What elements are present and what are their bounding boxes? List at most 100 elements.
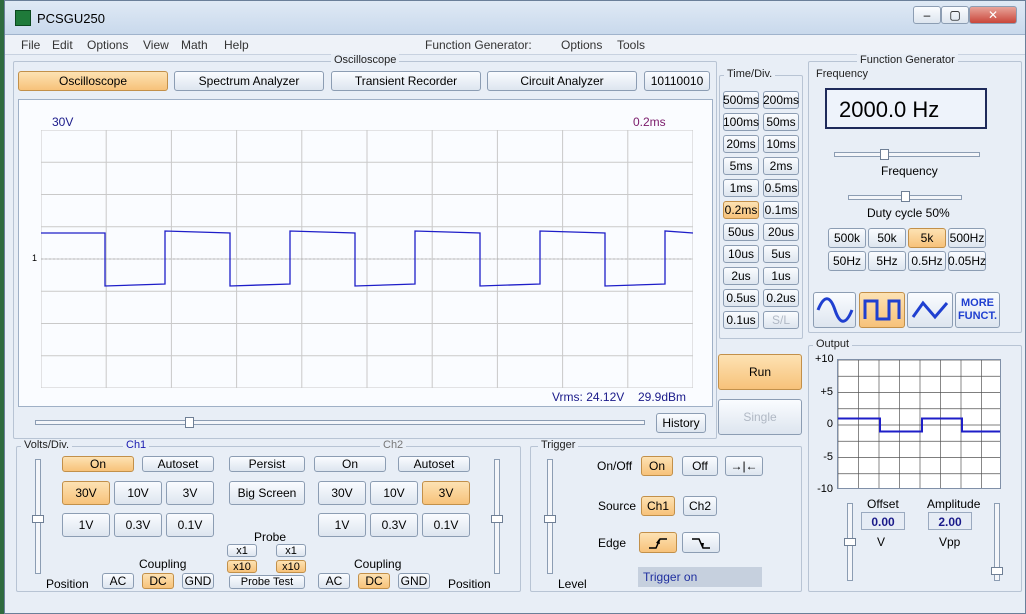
trigger-center-button[interactable]: →|←: [725, 456, 763, 476]
frequency-slider-thumb[interactable]: [880, 149, 889, 160]
timediv-button-0.2ms[interactable]: 0.2ms: [723, 201, 759, 219]
ch2-gnd-button[interactable]: GND: [398, 573, 430, 589]
menu-tools[interactable]: Tools: [617, 38, 645, 52]
amplitude-slider-thumb[interactable]: [991, 567, 1003, 575]
ch2-dc-button[interactable]: DC: [358, 573, 390, 589]
ch1-0.3v-button[interactable]: 0.3V: [114, 513, 162, 537]
range-0.05hz-button[interactable]: 0.05Hz: [948, 251, 986, 271]
timediv-button-200ms[interactable]: 200ms: [763, 91, 799, 109]
timediv-button-0.1us[interactable]: 0.1us: [723, 311, 759, 329]
timediv-button-10ms[interactable]: 10ms: [763, 135, 799, 153]
ch2-1v-button[interactable]: 1V: [318, 513, 366, 537]
timediv-button-2ms[interactable]: 2ms: [763, 157, 799, 175]
timediv-button-20us[interactable]: 20us: [763, 223, 799, 241]
ch1-on-button[interactable]: On: [62, 456, 134, 472]
tab-oscilloscope[interactable]: Oscilloscope: [18, 71, 168, 91]
timediv-button-0.5us[interactable]: 0.5us: [723, 289, 759, 307]
sine-wave-button[interactable]: [813, 292, 856, 328]
ch1-autoset-button[interactable]: Autoset: [142, 456, 214, 472]
ch1-1v-button[interactable]: 1V: [62, 513, 110, 537]
range-0.5hz-button[interactable]: 0.5Hz: [908, 251, 946, 271]
ch1-30v-button[interactable]: 30V: [62, 481, 110, 505]
ch1-ac-button[interactable]: AC: [102, 573, 134, 589]
history-button[interactable]: History: [656, 413, 706, 433]
menu-help[interactable]: Help: [224, 38, 249, 52]
timediv-button-100ms[interactable]: 100ms: [723, 113, 759, 131]
timediv-button-50us[interactable]: 50us: [723, 223, 759, 241]
trigger-rising-edge-button[interactable]: [639, 532, 677, 553]
ch1-gnd-button[interactable]: GND: [182, 573, 214, 589]
menu-math[interactable]: Math: [181, 38, 208, 52]
trigger-on-button[interactable]: On: [641, 456, 673, 476]
ch2-position-thumb[interactable]: [491, 515, 503, 523]
history-slider-thumb[interactable]: [185, 417, 194, 428]
ch2-10v-button[interactable]: 10V: [370, 481, 418, 505]
ch2-probe-x10[interactable]: x10: [276, 560, 306, 573]
ch2-probe-x1[interactable]: x1: [276, 544, 306, 557]
big-screen-button[interactable]: Big Screen: [229, 481, 305, 505]
amplitude-value[interactable]: 2.00: [928, 512, 972, 530]
ch2-on-button[interactable]: On: [314, 456, 386, 472]
ch1-dc-button[interactable]: DC: [142, 573, 174, 589]
ch2-3v-button[interactable]: 3V: [422, 481, 470, 505]
more-functions-button[interactable]: MORE FUNCT.: [955, 292, 1000, 328]
tab-transient-recorder[interactable]: Transient Recorder: [331, 71, 481, 91]
range-500k-button[interactable]: 500k: [828, 228, 866, 248]
range-50hz-button[interactable]: 50Hz: [828, 251, 866, 271]
menu-view[interactable]: View: [143, 38, 169, 52]
ch2-autoset-button[interactable]: Autoset: [398, 456, 470, 472]
frequency-slider[interactable]: [834, 152, 980, 157]
timediv-button-1us[interactable]: 1us: [763, 267, 799, 285]
persist-button[interactable]: Persist: [229, 456, 305, 472]
timediv-button-20ms[interactable]: 20ms: [723, 135, 759, 153]
timediv-button-10us[interactable]: 10us: [723, 245, 759, 263]
menu-function-generator[interactable]: Function Generator:: [425, 38, 532, 52]
range-50k-button[interactable]: 50k: [868, 228, 906, 248]
tab-circuit-analyzer[interactable]: Circuit Analyzer: [487, 71, 637, 91]
single-button[interactable]: Single: [718, 399, 802, 435]
ch2-ac-button[interactable]: AC: [318, 573, 350, 589]
ch1-probe-x10[interactable]: x10: [227, 560, 257, 573]
run-button[interactable]: Run: [718, 354, 802, 390]
ch2-0.1v-button[interactable]: 0.1V: [422, 513, 470, 537]
timediv-button-5us[interactable]: 5us: [763, 245, 799, 263]
ch1-position-thumb[interactable]: [32, 515, 44, 523]
trigger-source-ch1[interactable]: Ch1: [641, 496, 675, 516]
trigger-level-thumb[interactable]: [544, 515, 556, 523]
trigger-source-ch2[interactable]: Ch2: [683, 496, 717, 516]
menu-file[interactable]: File: [21, 38, 40, 52]
ch2-0.3v-button[interactable]: 0.3V: [370, 513, 418, 537]
timediv-button-0.1ms[interactable]: 0.1ms: [763, 201, 799, 219]
menu-fg-options[interactable]: Options: [561, 38, 602, 52]
probe-test-button[interactable]: Probe Test: [229, 575, 305, 589]
square-wave-button[interactable]: [859, 292, 905, 328]
timediv-button-2us[interactable]: 2us: [723, 267, 759, 285]
ch1-10v-button[interactable]: 10V: [114, 481, 162, 505]
triangle-wave-button[interactable]: [907, 292, 953, 328]
timediv-button-5ms[interactable]: 5ms: [723, 157, 759, 175]
ch1-3v-button[interactable]: 3V: [166, 481, 214, 505]
offset-value[interactable]: 0.00: [861, 512, 905, 530]
tab-spectrum-analyzer[interactable]: Spectrum Analyzer: [174, 71, 324, 91]
menu-options[interactable]: Options: [87, 38, 128, 52]
timediv-button-0.2us[interactable]: 0.2us: [763, 289, 799, 307]
timediv-button-1ms[interactable]: 1ms: [723, 179, 759, 197]
range-5k-button[interactable]: 5k: [908, 228, 946, 248]
timediv-button-0.5ms[interactable]: 0.5ms: [763, 179, 799, 197]
close-button[interactable]: ✕: [969, 6, 1017, 24]
tab-logic[interactable]: 10110010: [644, 71, 710, 91]
ch1-0.1v-button[interactable]: 0.1V: [166, 513, 214, 537]
trigger-falling-edge-button[interactable]: [682, 532, 720, 553]
duty-cycle-thumb[interactable]: [901, 191, 910, 202]
range-500hz-button[interactable]: 500Hz: [948, 228, 986, 248]
timediv-button-50ms[interactable]: 50ms: [763, 113, 799, 131]
minimize-button[interactable]: –: [913, 6, 941, 24]
history-slider[interactable]: [35, 420, 645, 425]
ch2-30v-button[interactable]: 30V: [318, 481, 366, 505]
ch1-probe-x1[interactable]: x1: [227, 544, 257, 557]
timediv-button-s/l[interactable]: S/L: [763, 311, 799, 329]
range-5hz-button[interactable]: 5Hz: [868, 251, 906, 271]
trigger-off-button[interactable]: Off: [682, 456, 718, 476]
timediv-button-500ms[interactable]: 500ms: [723, 91, 759, 109]
maximize-button[interactable]: ▢: [941, 6, 969, 24]
